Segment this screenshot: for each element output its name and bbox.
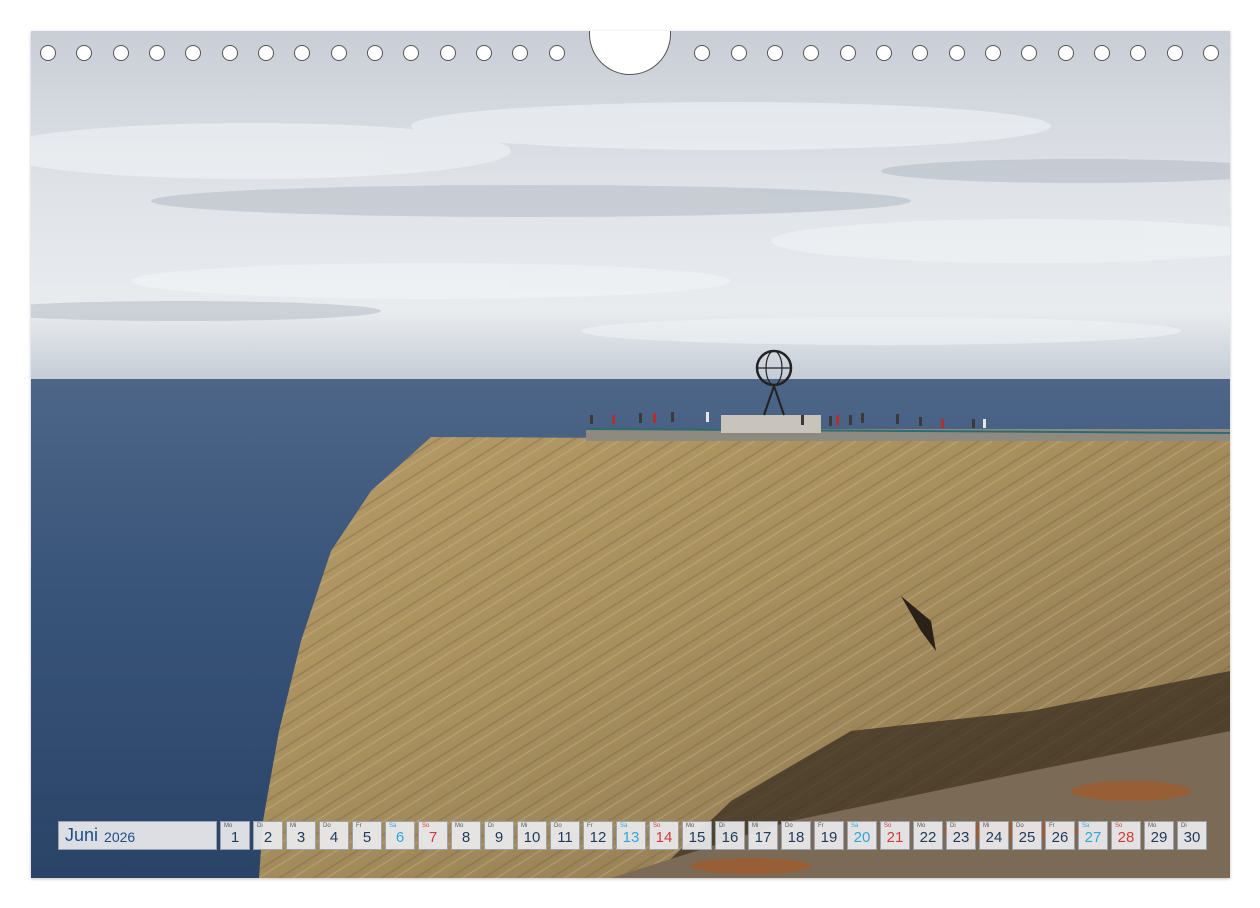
day-cell: Sa 20 xyxy=(847,821,877,850)
day-cell: Di 9 xyxy=(484,821,514,850)
day-number: 21 xyxy=(886,829,904,846)
day-cell: Fr 19 xyxy=(814,821,844,850)
day-cell: Di 2 xyxy=(253,821,283,850)
day-number: 22 xyxy=(919,829,937,846)
day-cell: Mi 17 xyxy=(748,821,778,850)
day-number: 11 xyxy=(557,829,573,846)
landscape-photo xyxy=(31,31,1230,878)
day-cell: Mo 1 xyxy=(220,821,250,850)
day-number: 4 xyxy=(329,829,339,846)
day-number: 15 xyxy=(688,829,706,846)
day-number: 28 xyxy=(1117,829,1135,846)
day-number: 20 xyxy=(853,829,871,846)
day-cell: Do 25 xyxy=(1012,821,1042,850)
day-number: 9 xyxy=(494,829,504,846)
day-cell: Di 30 xyxy=(1177,821,1207,850)
day-number: 25 xyxy=(1018,829,1036,846)
day-number: 26 xyxy=(1051,829,1069,846)
day-number: 30 xyxy=(1183,829,1201,846)
day-number: 27 xyxy=(1084,829,1102,846)
day-number: 18 xyxy=(787,829,805,846)
calendar-strip: Juni 2026 Mo 1 Di 2 Mi 3 Do 4 Fr 5 Sa 6 So 7 Mo 8 Di 9 Mi 1… xyxy=(58,821,1210,850)
day-cell: Do 4 xyxy=(319,821,349,850)
day-cell: Di 16 xyxy=(715,821,745,850)
day-cell: Sa 27 xyxy=(1078,821,1108,850)
day-number: 13 xyxy=(622,829,640,846)
day-cell: Do 18 xyxy=(781,821,811,850)
day-number: 5 xyxy=(362,829,372,846)
day-number: 1 xyxy=(230,829,240,846)
day-cell: Fr 12 xyxy=(583,821,613,850)
day-cell: Mi 24 xyxy=(979,821,1009,850)
day-number: 12 xyxy=(589,829,607,846)
day-number: 2 xyxy=(263,829,273,846)
day-cell: So 21 xyxy=(880,821,910,850)
day-cell: Di 23 xyxy=(946,821,976,850)
day-cell: Fr 5 xyxy=(352,821,382,850)
day-number: 6 xyxy=(395,829,405,846)
day-cell: Mi 10 xyxy=(517,821,547,850)
day-cell: Mo 15 xyxy=(682,821,712,850)
day-cell: So 14 xyxy=(649,821,679,850)
month-label: Juni 2026 xyxy=(58,821,217,850)
day-number: 14 xyxy=(655,829,673,846)
day-number: 17 xyxy=(754,829,772,846)
day-number: 10 xyxy=(523,829,541,846)
day-cell: Sa 13 xyxy=(616,821,646,850)
day-cell: So 28 xyxy=(1111,821,1141,850)
day-number: 23 xyxy=(952,829,970,846)
day-cell: Mo 29 xyxy=(1144,821,1174,850)
day-number: 19 xyxy=(820,829,838,846)
day-cell: Fr 26 xyxy=(1045,821,1075,850)
day-cell: Do 11 xyxy=(550,821,580,850)
day-number: 29 xyxy=(1150,829,1168,846)
day-number: 8 xyxy=(461,829,471,846)
day-number: 16 xyxy=(721,829,739,846)
calendar-page: Juni 2026 Mo 1 Di 2 Mi 3 Do 4 Fr 5 Sa 6 So 7 Mo 8 Di 9 Mi 1… xyxy=(0,0,1260,908)
day-cell: So 7 xyxy=(418,821,448,850)
day-number: 3 xyxy=(296,829,306,846)
month-year: 2026 xyxy=(104,829,136,845)
north-cape-scene xyxy=(31,31,1230,878)
day-number: 7 xyxy=(428,829,438,846)
day-number: 24 xyxy=(985,829,1003,846)
month-name: Juni xyxy=(65,825,99,845)
day-cell: Sa 6 xyxy=(385,821,415,850)
day-cell: Mi 3 xyxy=(286,821,316,850)
day-cell: Mo 22 xyxy=(913,821,943,850)
day-cell: Mo 8 xyxy=(451,821,481,850)
